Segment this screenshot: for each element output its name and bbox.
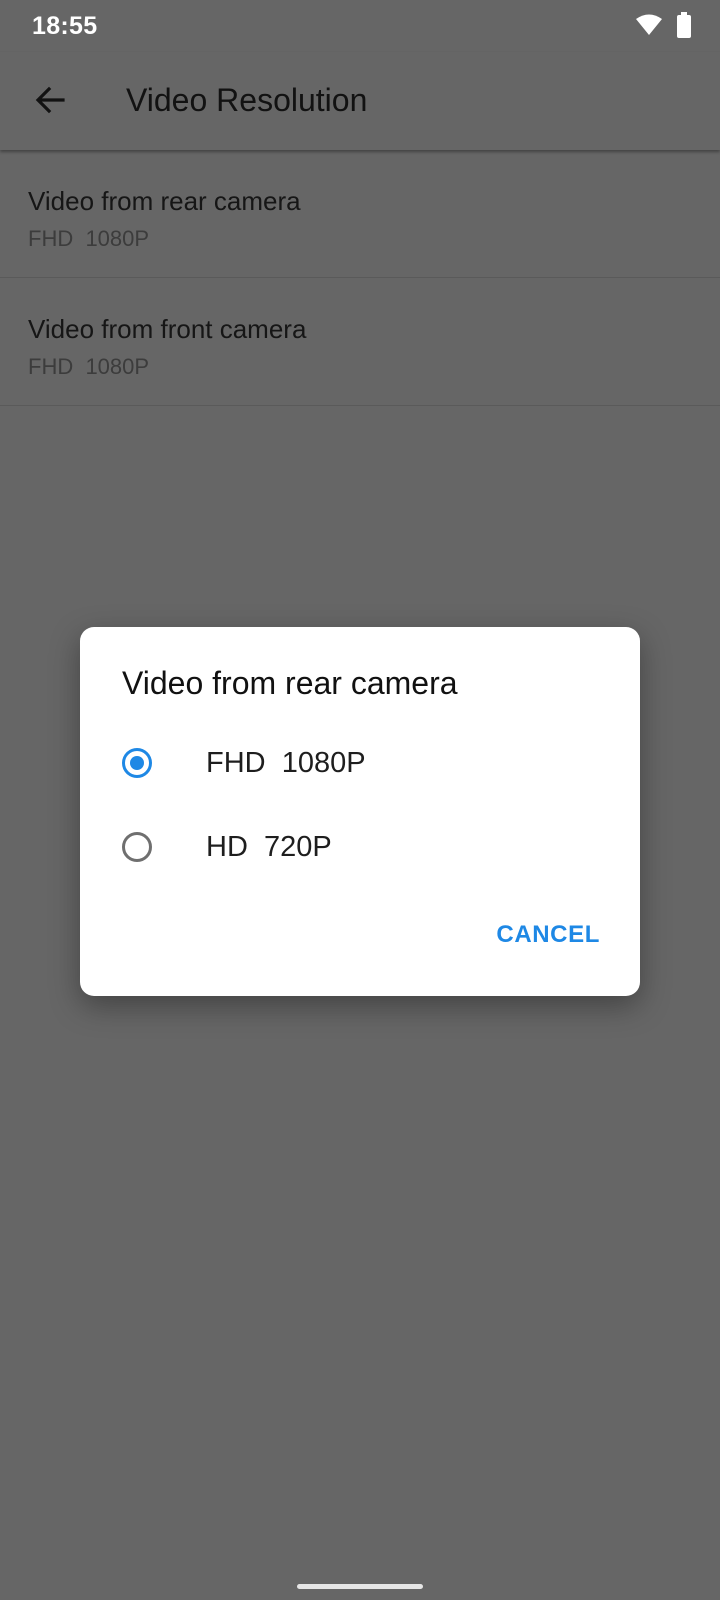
list-item-title: Video from front camera	[28, 314, 307, 344]
cancel-button[interactable]: CANCEL	[496, 921, 600, 949]
settings-list: Video from rear camera FHD 1080P Video f…	[0, 150, 720, 406]
resolution-dialog: Video from rear camera FHD 1080P HD 720P…	[80, 627, 640, 996]
list-item-title: Video from rear camera	[28, 186, 301, 216]
status-bar: 18:55	[0, 0, 720, 52]
status-icons	[636, 12, 692, 43]
app-bar: Video Resolution	[0, 52, 720, 150]
dialog-title: Video from rear camera	[122, 665, 458, 701]
radio-unselected-icon[interactable]	[122, 832, 152, 862]
page-title: Video Resolution	[126, 82, 368, 118]
battery-icon	[676, 12, 692, 43]
wifi-icon	[636, 14, 662, 41]
status-time: 18:55	[32, 12, 98, 40]
option-hd-720p[interactable]: HD 720P	[122, 817, 602, 877]
option-label: FHD 1080P	[206, 746, 366, 779]
list-item-subtitle: FHD 1080P	[28, 226, 150, 251]
list-item-front-camera[interactable]: Video from front camera FHD 1080P	[0, 278, 720, 406]
list-item-subtitle: FHD 1080P	[28, 354, 150, 379]
back-button[interactable]	[26, 76, 74, 124]
radio-selected-icon[interactable]	[122, 748, 152, 778]
home-indicator[interactable]	[297, 1584, 423, 1589]
arrow-left-icon	[35, 86, 65, 114]
option-label: HD 720P	[206, 830, 332, 863]
option-fhd-1080p[interactable]: FHD 1080P	[122, 733, 602, 793]
list-item-rear-camera[interactable]: Video from rear camera FHD 1080P	[0, 150, 720, 278]
